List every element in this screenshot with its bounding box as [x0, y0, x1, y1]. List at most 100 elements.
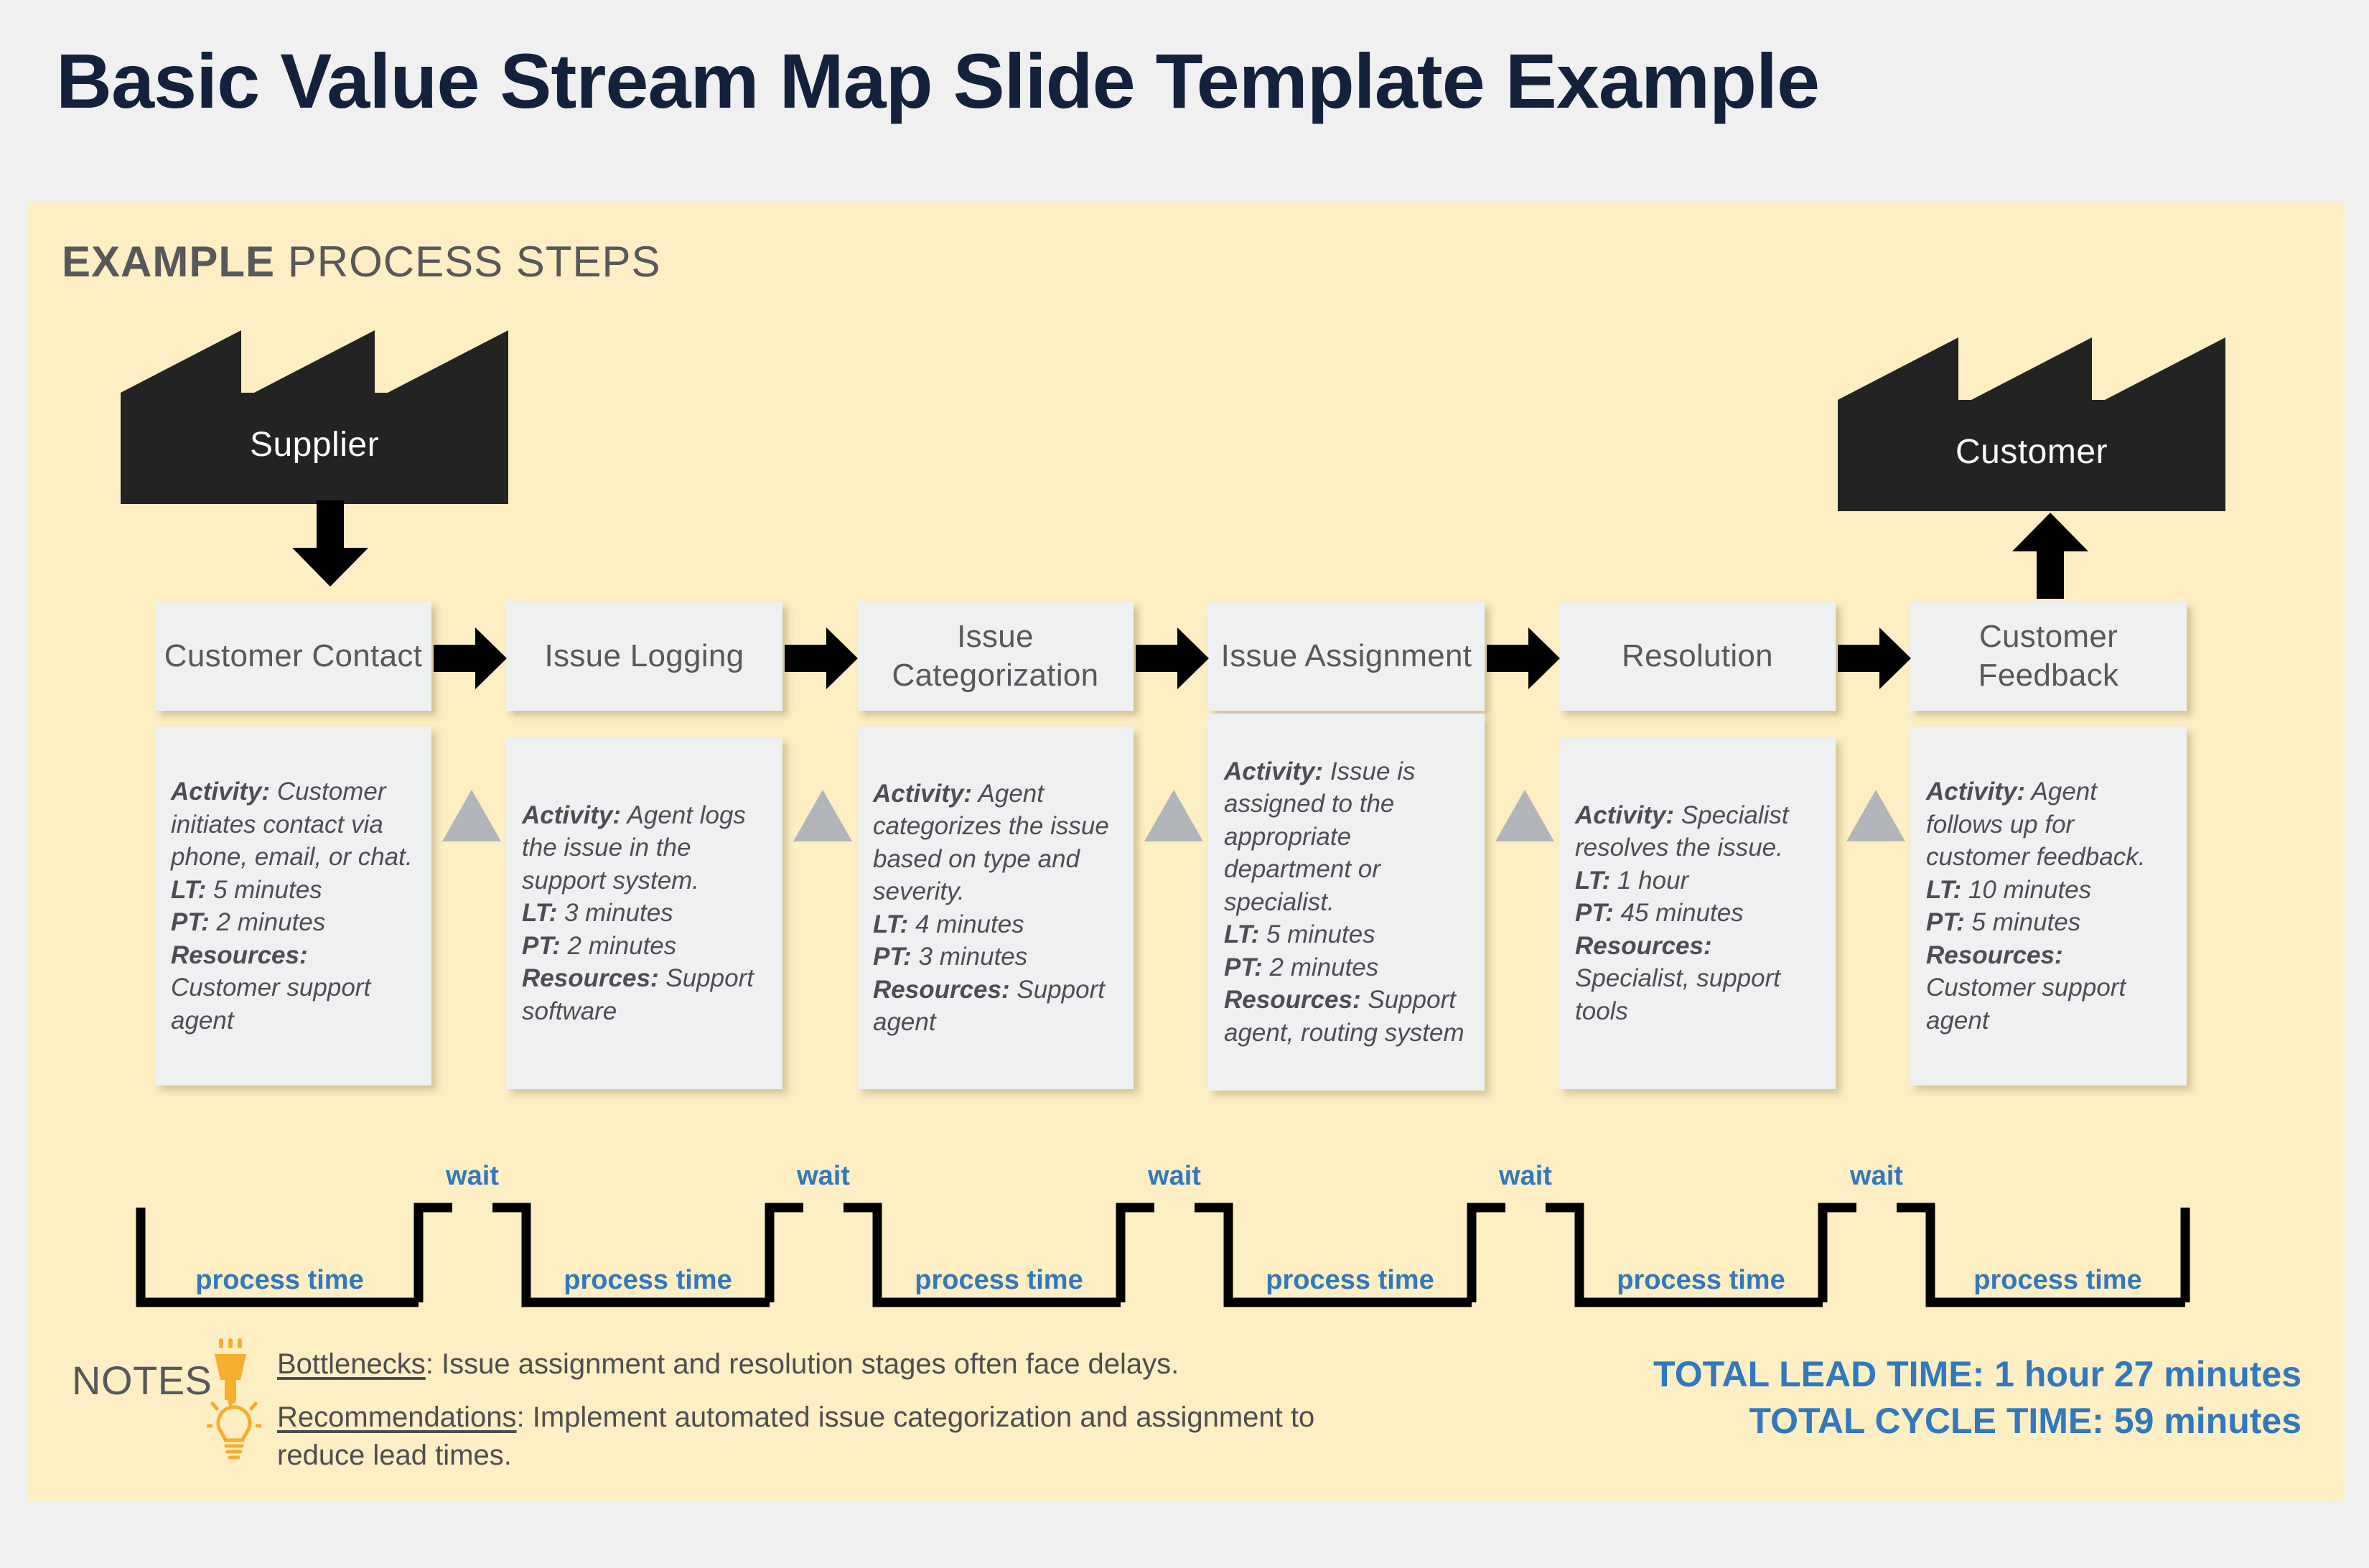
flow-arrow-right-icon-4: [1487, 627, 1560, 689]
detail-pt-2: 2 minutes: [560, 931, 677, 960]
detail-lt-6: 10 minutes: [1961, 875, 2092, 904]
detail-box-1[interactable]: Activity: Customer initiates contact via…: [155, 727, 431, 1086]
detail-activity-label-4: Activity:: [1224, 757, 1324, 785]
timeline-process-label-5: process time: [1617, 1265, 1785, 1295]
detail-box-3[interactable]: Activity: Agent categorizes the issue ba…: [857, 727, 1134, 1089]
timeline-wait-label-3: wait: [1148, 1161, 1201, 1191]
note-item-recommendations: Recommendations: Implement automated iss…: [277, 1399, 1397, 1475]
note-item-bottlenecks: Bottlenecks: Issue assignment and resolu…: [277, 1345, 1397, 1383]
detail-activity-label-6: Activity:: [1926, 778, 2026, 806]
detail-lt-3: 4 minutes: [908, 910, 1024, 938]
detail-pt-label-5: PT:: [1575, 899, 1614, 928]
detail-lt-label-6: LT:: [1926, 875, 1962, 904]
process-title-5: Resolution: [1622, 638, 1773, 674]
detail-activity-label-5: Activity:: [1575, 801, 1675, 829]
note-label-recommendations: Recommendations: [277, 1401, 517, 1433]
detail-lt-label-5: LT:: [1575, 866, 1611, 895]
detail-pt-5: 45 minutes: [1613, 899, 1744, 928]
flow-arrow-right-icon-3: [1136, 627, 1209, 689]
section-heading-strong: EXAMPLE: [62, 238, 276, 286]
process-box-4[interactable]: Issue Assignment: [1208, 602, 1485, 711]
detail-text-5: Activity: Specialist resolves the issue.…: [1575, 799, 1820, 1028]
detail-box-6[interactable]: Activity: Agent follows up for customer …: [1910, 727, 2187, 1086]
detail-resources-1: Customer support agent: [171, 974, 371, 1035]
detail-text-1: Activity: Customer initiates contact via…: [171, 775, 416, 1037]
timeline-process-label-2: process time: [564, 1265, 732, 1295]
inventory-triangle-icon-2: [793, 790, 852, 841]
process-title-6: Customer Feedback: [1978, 619, 2119, 693]
process-box-1[interactable]: Customer Contact: [155, 602, 431, 711]
process-title-2: Issue Logging: [544, 638, 744, 674]
detail-box-5[interactable]: Activity: Specialist resolves the issue.…: [1559, 737, 1836, 1089]
process-title-4: Issue Assignment: [1220, 638, 1472, 674]
totals-block: TOTAL LEAD TIME: 1 hour 27 minutes TOTAL…: [1653, 1351, 2302, 1445]
notes-heading: NOTES: [72, 1358, 212, 1403]
note-text-bottlenecks: : Issue assignment and resolution stages…: [425, 1348, 1179, 1380]
flow-arrow-right-icon-1: [434, 627, 507, 689]
value-stream-map-panel: EXAMPLE PROCESS STEPS Supplier Customer: [27, 202, 2345, 1502]
detail-lt-5: 1 hour: [1610, 866, 1689, 895]
detail-pt-label-6: PT:: [1926, 908, 1965, 936]
detail-lt-label-2: LT:: [522, 899, 558, 928]
detail-resources-5: Specialist, support tools: [1575, 964, 1780, 1025]
detail-resources-label-1: Resources:: [171, 941, 308, 969]
process-box-3[interactable]: Issue Categorization: [857, 602, 1134, 711]
detail-text-6: Activity: Agent follows up for customer …: [1926, 775, 2171, 1037]
section-heading: EXAMPLE PROCESS STEPS: [62, 237, 661, 286]
supplier-label: Supplier: [249, 426, 380, 464]
customer-factory-icon: Customer: [1838, 332, 2225, 511]
section-heading-light: PROCESS STEPS: [275, 238, 661, 286]
page-title: Basic Value Stream Map Slide Template Ex…: [56, 37, 1820, 124]
timeline-ladder: process time process time process time p…: [27, 1161, 2345, 1351]
detail-resources-label-2: Resources:: [522, 964, 659, 993]
slide-root: Basic Value Stream Map Slide Template Ex…: [0, 0, 2369, 1568]
detail-pt-6: 5 minutes: [1964, 908, 2081, 936]
detail-pt-label-2: PT:: [522, 931, 561, 960]
timeline-wait-label-1: wait: [446, 1161, 499, 1191]
detail-resources-label-3: Resources:: [873, 975, 1010, 1004]
customer-label: Customer: [1955, 433, 2108, 471]
detail-pt-label-3: PT:: [873, 943, 912, 971]
detail-pt-label-4: PT:: [1224, 953, 1263, 981]
timeline-process-label-4: process time: [1266, 1265, 1434, 1295]
detail-pt-1: 2 minutes: [209, 908, 326, 936]
lightbulb-icon: [207, 1396, 261, 1470]
detail-pt-label-1: PT:: [171, 908, 210, 936]
total-cycle-time: TOTAL CYCLE TIME: 59 minutes: [1749, 1401, 2302, 1441]
detail-lt-4: 5 minutes: [1259, 920, 1375, 949]
timeline-wait-label-4: wait: [1499, 1161, 1552, 1191]
timeline-process-label-1: process time: [195, 1265, 364, 1295]
process-box-6[interactable]: Customer Feedback: [1910, 602, 2187, 711]
process-box-5[interactable]: Resolution: [1559, 602, 1836, 711]
detail-pt-4: 2 minutes: [1262, 953, 1379, 981]
total-lead-time: TOTAL LEAD TIME: 1 hour 27 minutes: [1653, 1354, 2302, 1394]
detail-box-2[interactable]: Activity: Agent logs the issue in the su…: [506, 737, 782, 1089]
flow-arrow-right-icon-5: [1838, 627, 1911, 689]
process-box-2[interactable]: Issue Logging: [506, 602, 782, 711]
detail-activity-label-3: Activity:: [873, 779, 973, 808]
detail-resources-label-6: Resources:: [1926, 941, 2063, 969]
inventory-triangle-icon-3: [1144, 790, 1203, 841]
detail-lt-1: 5 minutes: [206, 875, 322, 904]
detail-resources-label-5: Resources:: [1575, 931, 1712, 960]
inventory-triangle-icon-4: [1495, 790, 1554, 841]
detail-lt-label-1: LT:: [171, 875, 207, 904]
supplier-factory-icon: Supplier: [121, 325, 508, 504]
detail-box-4[interactable]: Activity: Issue is assigned to the appro…: [1208, 714, 1485, 1091]
detail-activity-label-1: Activity:: [171, 778, 271, 806]
timeline-process-label-6: process time: [1973, 1265, 2142, 1295]
note-label-bottlenecks: Bottlenecks: [277, 1348, 426, 1380]
customer-flow-arrow-up-icon: [2011, 513, 2090, 599]
detail-resources-label-4: Resources:: [1224, 986, 1361, 1014]
detail-activity-label-2: Activity:: [522, 801, 622, 829]
supplier-flow-arrow-down-icon: [291, 500, 370, 587]
detail-text-3: Activity: Agent categorizes the issue ba…: [873, 778, 1118, 1039]
flow-arrow-right-icon-2: [785, 627, 858, 689]
inventory-triangle-icon-5: [1846, 790, 1905, 841]
inventory-triangle-icon-1: [442, 790, 501, 841]
detail-lt-2: 3 minutes: [557, 899, 673, 928]
process-title-3: Issue Categorization: [892, 619, 1099, 693]
detail-text-2: Activity: Agent logs the issue in the su…: [522, 799, 767, 1028]
timeline-wait-label-5: wait: [1850, 1161, 1903, 1191]
detail-text-4: Activity: Issue is assigned to the appro…: [1224, 755, 1469, 1050]
